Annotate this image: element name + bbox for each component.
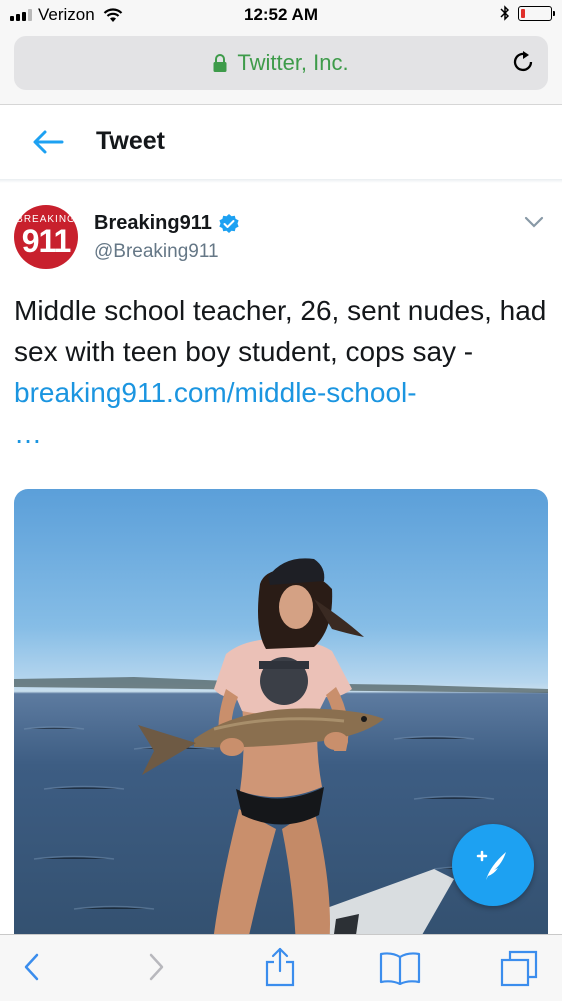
link-ellipsis: … [14, 418, 42, 449]
display-name[interactable]: Breaking911 [94, 212, 240, 235]
browser-back-icon[interactable] [20, 949, 44, 985]
browser-toolbar [0, 934, 562, 1001]
clock: 12:52 AM [243, 5, 318, 24]
avatar[interactable]: BREAKING 911 [14, 205, 78, 269]
arrow-left-icon[interactable] [32, 129, 64, 155]
user-handle[interactable]: @Breaking911 [94, 241, 219, 263]
compose-tweet-button[interactable] [452, 824, 534, 906]
browser-forward-icon[interactable] [144, 949, 168, 985]
tweet-link[interactable]: breaking911.com/middle-school- [14, 377, 417, 408]
page-title: Tweet [96, 127, 165, 155]
browser-top-chrome: Verizon 12:52 AM Twitter, Inc. [0, 0, 562, 105]
reload-icon[interactable] [510, 49, 536, 75]
tweet-page-header: Tweet [0, 105, 562, 180]
tabs-icon[interactable] [500, 949, 540, 987]
book-icon[interactable] [378, 951, 422, 985]
compose-tweet-icon [476, 850, 506, 880]
bluetooth-icon [500, 5, 510, 21]
verified-badge-icon [219, 213, 239, 233]
share-icon[interactable] [262, 945, 298, 987]
tweet-text: Middle school teacher, 26, sent nudes, h… [14, 295, 547, 449]
chevron-down-icon[interactable] [524, 215, 544, 229]
address-bar[interactable]: Twitter, Inc. [14, 36, 548, 90]
header-divider [0, 179, 562, 183]
page-site-name: Twitter, Inc. [237, 50, 349, 75]
status-bar: Verizon 12:52 AM [0, 0, 562, 32]
battery-icon [518, 5, 555, 21]
lock-icon [213, 54, 227, 72]
